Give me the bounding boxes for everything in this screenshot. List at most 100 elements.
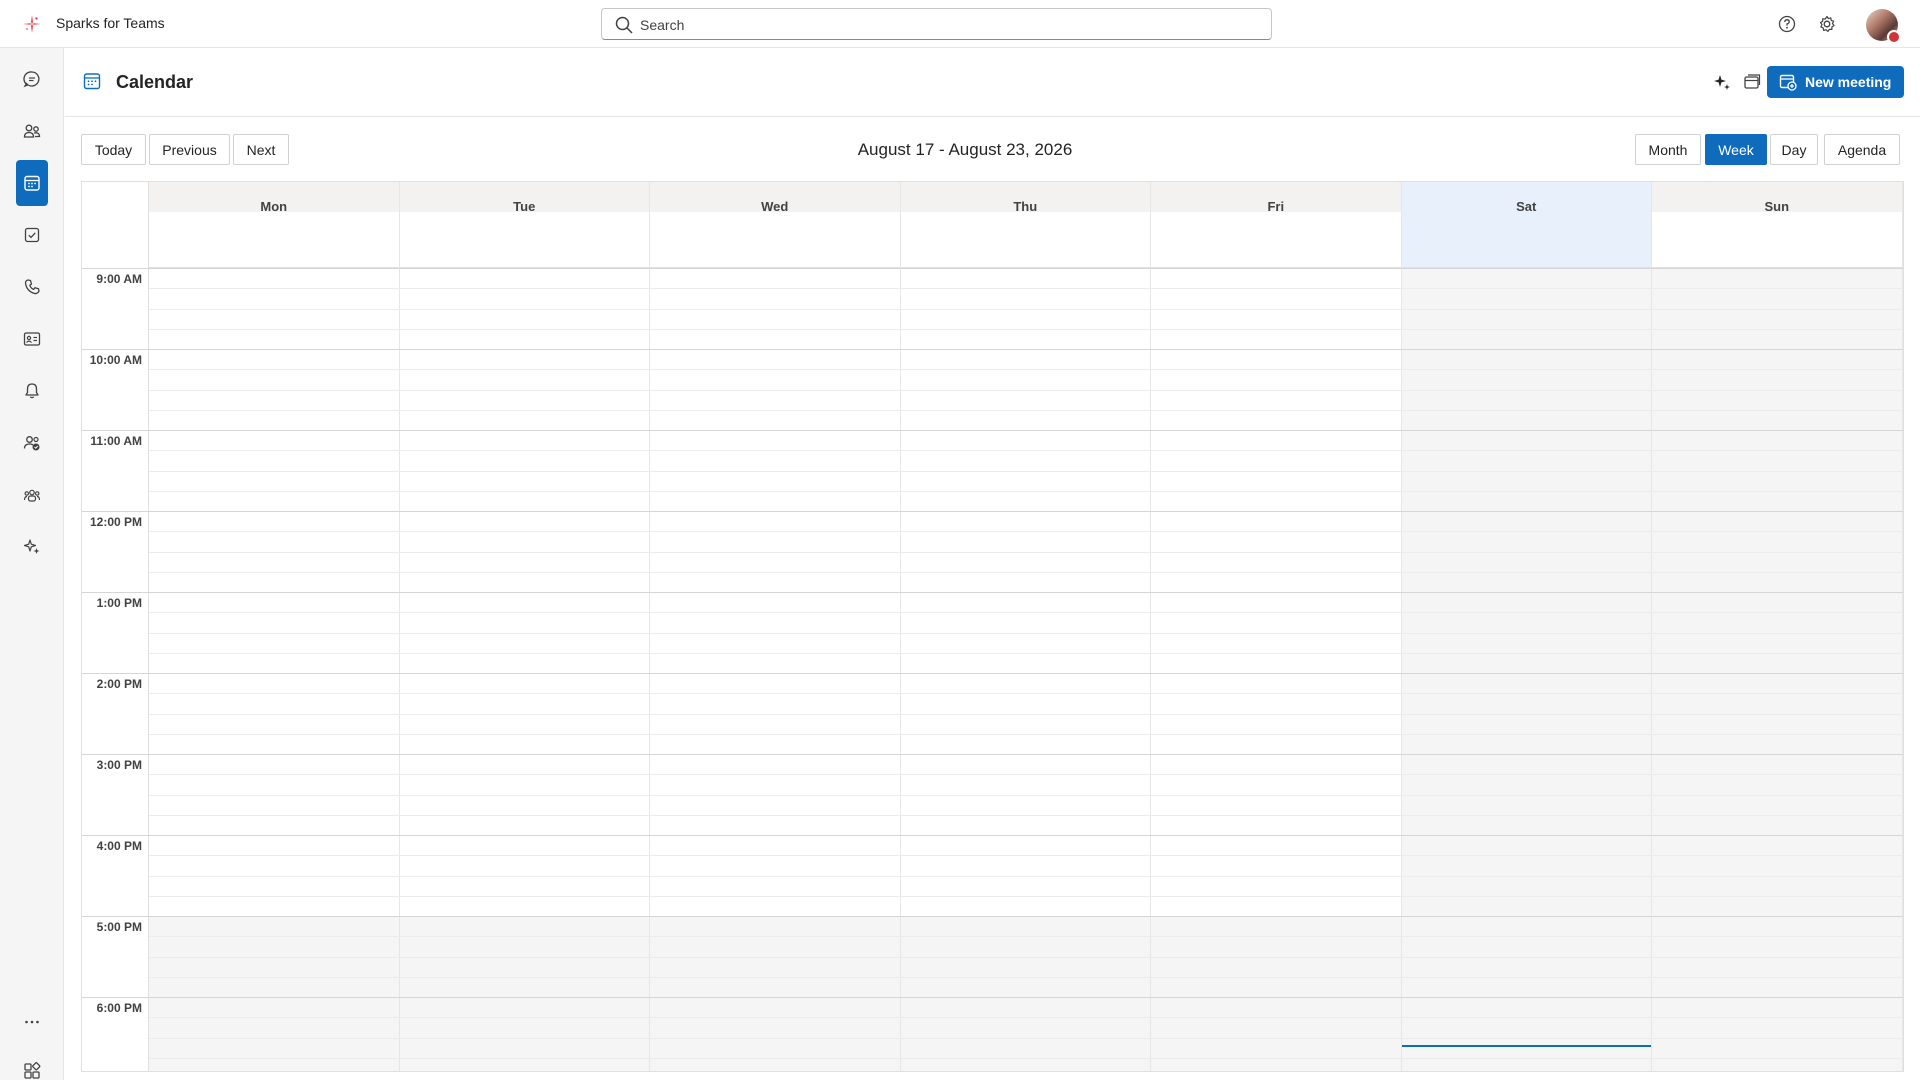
quarter-line (149, 632, 1903, 634)
off-hours-shading (650, 916, 900, 1071)
user-avatar[interactable] (1866, 9, 1901, 44)
day-column-sat[interactable]: Sat (1401, 182, 1652, 1071)
time-label: 6:00 PM (96, 1001, 142, 1015)
off-hours-shading (1401, 268, 1651, 1071)
view-week-button[interactable]: Week (1705, 134, 1767, 165)
quarter-line (149, 612, 1903, 614)
day-column-wed[interactable]: Wed (650, 182, 901, 1071)
quarter-line (149, 976, 1903, 978)
tasks-icon[interactable] (16, 212, 48, 258)
day-header: Thu (900, 182, 1150, 214)
day-header: Mon (149, 182, 399, 214)
contacts-icon[interactable] (16, 316, 48, 362)
hour-line (82, 268, 1903, 269)
sparkle-icon[interactable] (1710, 70, 1734, 94)
quarter-line (149, 328, 1903, 330)
off-hours-shading (1151, 916, 1401, 1071)
time-gutter: 9:00 AM 10:00 AM 11:00 AM 12:00 PM 1:00 PM 2:… (82, 182, 149, 1071)
view-day-button[interactable]: Day (1770, 134, 1818, 165)
day-column-mon[interactable]: Mon (149, 182, 400, 1071)
new-meeting-label: New meeting (1805, 74, 1892, 90)
next-button[interactable]: Next (233, 134, 289, 165)
hour-line (82, 754, 1903, 755)
quarter-line (149, 308, 1903, 310)
time-label: 10:00 AM (89, 353, 142, 367)
apps-icon[interactable] (16, 1048, 48, 1080)
all-day-cell[interactable] (900, 212, 1150, 268)
quarter-line (149, 956, 1903, 958)
time-label: 1:00 PM (96, 596, 142, 610)
hour-line (82, 592, 1903, 593)
left-rail (0, 48, 64, 1080)
quarter-line (149, 1037, 1903, 1039)
hour-line (82, 916, 1903, 917)
all-day-cell[interactable] (1652, 212, 1902, 268)
all-day-cell[interactable] (1401, 212, 1651, 268)
hour-line (82, 430, 1903, 431)
quarter-line (149, 713, 1903, 715)
search-input[interactable]: Search (601, 8, 1272, 40)
date-range: August 17 - August 23, 2026 (857, 140, 1073, 159)
view-month-button[interactable]: Month (1635, 134, 1701, 165)
quarter-line (149, 470, 1903, 472)
today-button[interactable]: Today (81, 134, 146, 165)
quarter-line (149, 450, 1903, 452)
day-header: Tue (399, 182, 649, 214)
day-header: Wed (650, 182, 900, 214)
top-bar: Sparks for Teams Search (0, 0, 1920, 48)
calendar-grid[interactable]: 9:00 AM 10:00 AM 11:00 AM 12:00 PM 1:00 PM 2:… (81, 181, 1904, 1072)
teams-icon[interactable] (16, 108, 48, 154)
quarter-line (149, 409, 1903, 411)
activity-icon[interactable] (16, 368, 48, 414)
time-label: 5:00 PM (96, 920, 142, 934)
day-header: Sat (1401, 182, 1651, 214)
more-icon[interactable] (16, 999, 48, 1045)
quarter-line (149, 288, 1903, 290)
quarter-line (149, 490, 1903, 492)
help-icon[interactable] (1775, 12, 1799, 36)
community-icon[interactable] (16, 472, 48, 518)
quarter-line (149, 855, 1903, 857)
all-day-cell[interactable] (399, 212, 649, 268)
day-column-sun[interactable]: Sun (1652, 182, 1903, 1071)
quarter-line (149, 389, 1903, 391)
copilot-icon[interactable] (16, 524, 48, 570)
hour-line (82, 835, 1903, 836)
day-column-fri[interactable]: Fri (1151, 182, 1402, 1071)
quarter-line (149, 571, 1903, 573)
quarter-line (149, 733, 1903, 735)
off-hours-shading (900, 916, 1150, 1071)
quarter-line (149, 1057, 1903, 1059)
all-day-cell[interactable] (1151, 212, 1401, 268)
chat-icon[interactable] (16, 56, 48, 102)
hour-line (82, 673, 1903, 674)
quarter-line (149, 551, 1903, 553)
hour-line (82, 997, 1903, 998)
time-label: 2:00 PM (96, 677, 142, 691)
day-column-tue[interactable]: Tue (399, 182, 650, 1071)
settings-icon[interactable] (1815, 12, 1839, 36)
new-meeting-button[interactable]: New meeting (1767, 66, 1904, 98)
search-icon (615, 16, 633, 34)
meet-now-icon[interactable] (1740, 70, 1764, 94)
calendar-icon[interactable] (16, 160, 48, 206)
quarter-line (149, 774, 1903, 776)
time-label: 9:00 AM (96, 272, 142, 286)
quarter-line (149, 531, 1903, 533)
all-day-cell[interactable] (650, 212, 900, 268)
time-label: 12:00 PM (89, 515, 142, 529)
time-label: 4:00 PM (96, 839, 142, 853)
calls-icon[interactable] (16, 264, 48, 310)
quarter-line (149, 875, 1903, 877)
all-day-cell[interactable] (149, 212, 399, 268)
previous-button[interactable]: Previous (149, 134, 230, 165)
quarter-line (149, 369, 1903, 371)
quarter-line (149, 693, 1903, 695)
day-column-thu[interactable]: Thu (900, 182, 1151, 1071)
quarter-line (149, 814, 1903, 816)
off-hours-shading (1652, 268, 1902, 1071)
people-icon[interactable] (16, 420, 48, 466)
off-hours-shading (399, 916, 649, 1071)
presence-badge (1887, 30, 1901, 44)
view-agenda-button[interactable]: Agenda (1824, 134, 1900, 165)
